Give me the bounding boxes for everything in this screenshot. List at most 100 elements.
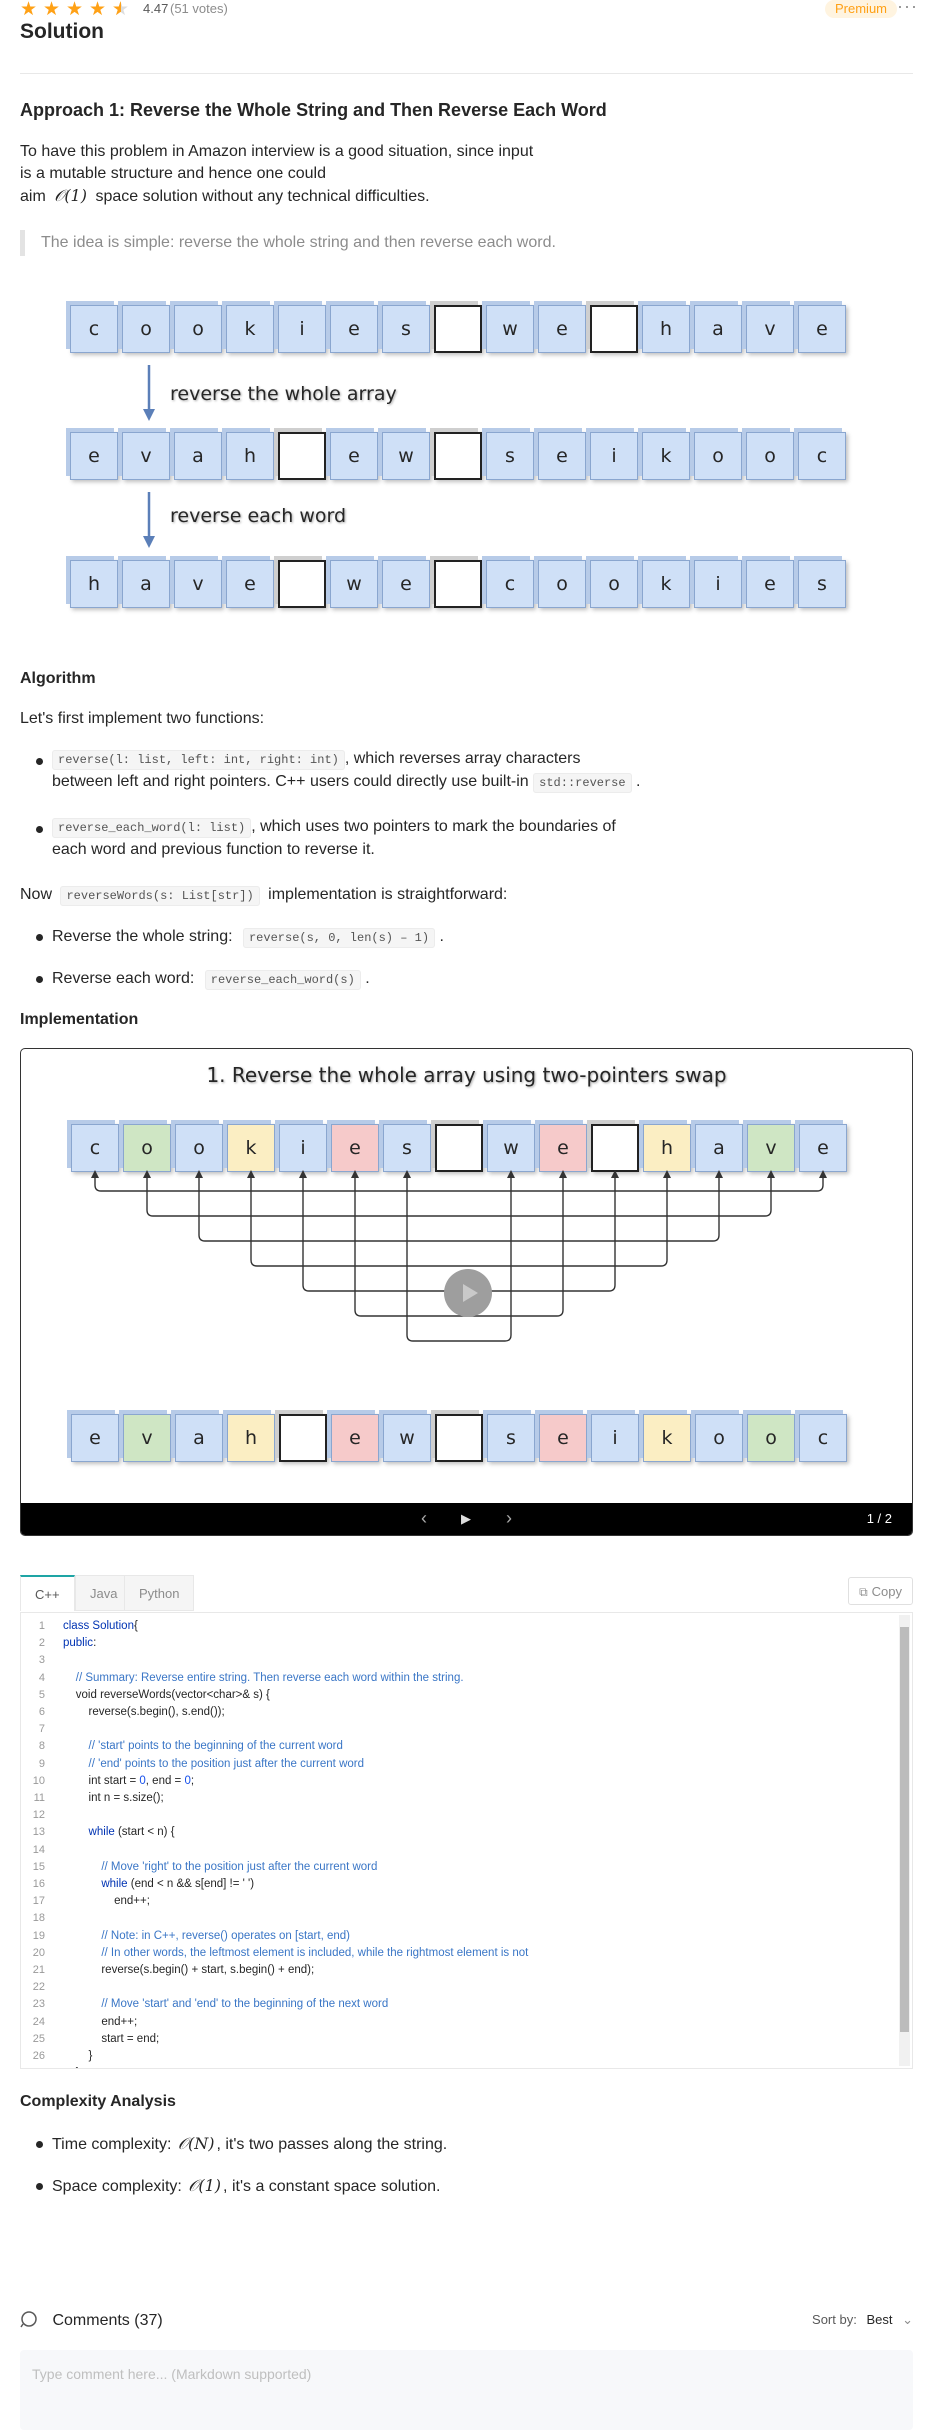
- letter-cell: a: [695, 1124, 743, 1172]
- down-arrow-icon: [143, 492, 155, 548]
- arrow-head-icon: [715, 1170, 723, 1178]
- letter-cell: c: [798, 432, 846, 480]
- star-icon[interactable]: ★: [89, 0, 106, 19]
- sort-value[interactable]: Best: [866, 2312, 892, 2327]
- letter-cell: c: [486, 560, 534, 608]
- swap-arrow: [94, 1175, 824, 1192]
- swap-arrow: [198, 1175, 720, 1242]
- inline-code: reverse(s, 0, len(s) – 1): [242, 928, 436, 948]
- code-line: // Move 'right' to the position just aft…: [63, 1859, 377, 1876]
- arrow-head-icon: [351, 1170, 359, 1178]
- algorithm-intro: Let's first implement two functions:: [20, 710, 265, 727]
- star-icon[interactable]: ★: [43, 0, 60, 19]
- letter-cell: i: [279, 1124, 327, 1172]
- next-slide-icon[interactable]: ›: [506, 1508, 512, 1529]
- line-number: 9: [38, 1757, 45, 1770]
- reverse-diagram: cookies we have evah ew seikooc have we …: [70, 295, 870, 625]
- code-token: , end =: [145, 1774, 185, 1787]
- sort-label: Sort by:: [812, 2312, 857, 2327]
- line-number: 23: [32, 1998, 45, 2011]
- letter-cell: w: [487, 1124, 535, 1172]
- letter-cell: s: [486, 432, 534, 480]
- line-number: 20: [32, 1946, 45, 1959]
- prev-slide-icon[interactable]: ‹: [421, 1508, 427, 1529]
- scrollbar-thumb[interactable]: [900, 1627, 909, 2032]
- code-scrollbar[interactable]: [899, 1615, 910, 2066]
- code-line: void reverseWords(vector<char>& s) {: [63, 1687, 270, 1704]
- bullet: [36, 2183, 43, 2190]
- complexity-title: Complexity Analysis: [20, 2093, 176, 2110]
- arrow-head-icon: [663, 1170, 671, 1178]
- letter-cell: o: [694, 432, 742, 480]
- letter-cell: s: [798, 560, 846, 608]
- code-line: end++;: [63, 1893, 150, 1910]
- line-number: 11: [33, 1792, 45, 1804]
- math-on: 𝒪(N): [177, 2134, 215, 2153]
- code-line: int n = s.size();: [63, 1790, 164, 1807]
- math-o1: 𝒪(1): [54, 186, 87, 205]
- step-text: .: [365, 970, 370, 987]
- code-token: class: [63, 1620, 93, 1632]
- comment-icon: [20, 2311, 37, 2328]
- comments-header: Comments (37): [20, 2310, 163, 2330]
- more-options-icon[interactable]: ···: [897, 0, 918, 17]
- letter-cell: i: [590, 432, 638, 480]
- intro-line-1: To have this problem in Amazon interview…: [20, 143, 534, 160]
- play-overlay-button[interactable]: [444, 1269, 492, 1317]
- chevron-down-icon[interactable]: ⌄: [902, 2312, 913, 2327]
- line-number: 18: [32, 1912, 45, 1925]
- letter-cell: e: [71, 1414, 119, 1462]
- line-number: 8: [38, 1740, 45, 1753]
- code-token: int n = s.size();: [63, 1792, 164, 1804]
- letter-cell: e: [539, 1124, 587, 1172]
- line-number: 27: [21, 2065, 45, 2068]
- letter-cell: e: [539, 1414, 587, 1462]
- letter-cell: c: [71, 1124, 119, 1172]
- letter-cell: e: [746, 560, 794, 608]
- line-number: 3: [38, 1654, 45, 1667]
- letter-cell: k: [226, 305, 274, 353]
- line-number: 14: [32, 1843, 45, 1856]
- space-cell: [278, 432, 326, 480]
- letter-cell: o: [538, 560, 586, 608]
- code-line: // Note: in C++, reverse() operates on […: [63, 1928, 350, 1945]
- letter-cell: i: [591, 1414, 639, 1462]
- algorithm-title: Algorithm: [20, 670, 96, 687]
- code-token: while: [63, 1878, 128, 1890]
- letter-cell: v: [122, 432, 170, 480]
- bullet: [36, 758, 43, 765]
- copy-button[interactable]: ⧉ Copy: [848, 1577, 913, 1605]
- swap-arrow: [250, 1175, 668, 1267]
- letter-cell: s: [382, 305, 430, 353]
- implementation-title: Implementation: [20, 1011, 139, 1028]
- star-icon[interactable]: ★: [20, 0, 37, 19]
- letter-cell: i: [694, 560, 742, 608]
- code-editor[interactable]: 1 class Solution{2 public: 3 4 // Summary: R…: [20, 1612, 913, 2069]
- code-line: class Solution{: [63, 1618, 138, 1635]
- star-icon[interactable]: ★: [66, 0, 83, 19]
- line-number: 19: [32, 1929, 45, 1942]
- comment-input[interactable]: Type comment here... (Markdown supported…: [20, 2350, 913, 2430]
- swap-arrow: [146, 1175, 772, 1217]
- code-token: // Move 'start' and 'end' to the beginni…: [63, 1998, 389, 2011]
- code-line: // 'end' points to the position just aft…: [63, 1756, 364, 1773]
- tab-python[interactable]: Python: [124, 1575, 195, 1611]
- tab-cpp[interactable]: C++: [20, 1575, 75, 1611]
- half-star-icon[interactable]: ★ ★: [112, 0, 129, 19]
- letter-cell: h: [643, 1124, 691, 1172]
- letter-cell: h: [227, 1414, 275, 1462]
- space-cell: [590, 305, 638, 353]
- code-line: while (start < n) {: [63, 1824, 175, 1841]
- play-icon[interactable]: ▶: [461, 1511, 471, 1527]
- now-line: Now reverseWords(s: List[str]) implement…: [20, 884, 507, 907]
- letter-cell: e: [70, 432, 118, 480]
- line-number: 17: [32, 1895, 45, 1908]
- copy-label: Copy: [871, 1584, 902, 1599]
- code-language-tabs: C++ Java Python ⧉ Copy: [20, 1575, 913, 1613]
- code-token: void reverseWords(vector<char>& s) {: [63, 1688, 270, 1701]
- complexity-text: Space complexity:: [52, 2178, 182, 2195]
- code-token: int start =: [63, 1774, 140, 1787]
- sort-control[interactable]: Sort by: Best ⌄: [812, 2312, 913, 2328]
- slideshow-player[interactable]: 1. Reverse the whole array using two-poi…: [20, 1048, 913, 1536]
- inline-code: std::reverse: [533, 773, 632, 793]
